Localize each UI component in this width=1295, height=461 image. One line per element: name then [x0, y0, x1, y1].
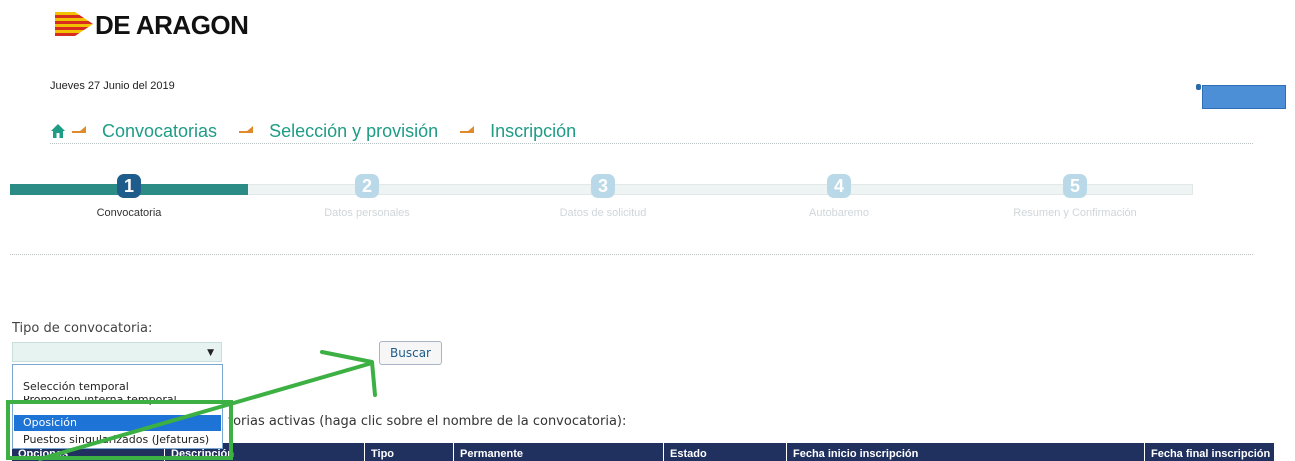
column-header[interactable]: Fecha inicio inscripción [787, 443, 1145, 461]
step-label: Autobaremo [809, 207, 869, 219]
arrow-right-icon [72, 126, 92, 136]
home-icon[interactable] [50, 123, 66, 139]
divider [10, 254, 1253, 255]
tipo-convocatoria-label: Tipo de convocatoria: [12, 321, 153, 336]
step-datos-personales: 2 Datos personales [247, 174, 487, 219]
step-number: 5 [1063, 174, 1087, 198]
aragon-flag-icon [55, 12, 93, 36]
option-seleccion-temporal[interactable]: Selección temporal [14, 379, 221, 395]
arrow-right-icon [239, 126, 259, 136]
convocatorias-activas-label: torias activas (haga clic sobre el nombr… [228, 414, 627, 429]
step-number: 4 [827, 174, 851, 198]
step-autobaremo: 4 Autobaremo [719, 174, 959, 219]
step-label: Datos de solicitud [559, 207, 647, 219]
tipo-convocatoria-dropdown: Selección temporal Promoción interna tem… [12, 364, 223, 449]
step-number: 2 [355, 174, 379, 198]
step-label: Datos personales [324, 207, 410, 219]
step-label: Convocatoria [96, 207, 162, 219]
breadcrumb: Convocatorias Selección y provisión Insc… [50, 118, 576, 144]
step-datos-solicitud: 3 Datos de solicitud [483, 174, 723, 219]
step-label: Resumen y Confirmación [1013, 207, 1137, 219]
user-icon [1196, 84, 1201, 90]
step-number: 3 [591, 174, 615, 198]
arrow-right-icon [460, 126, 480, 136]
option-puestos-singularizados[interactable]: Puestos singularizados (Jefaturas) [14, 432, 221, 448]
caret-down-icon: ▼ [207, 348, 214, 358]
breadcrumb-convocatorias[interactable]: Convocatorias [102, 121, 217, 142]
column-header[interactable]: Estado [664, 443, 787, 461]
tipo-convocatoria-select[interactable]: ▼ [12, 342, 222, 362]
option-promocion-interna-temporal[interactable]: Promoción interna temporal [14, 396, 221, 409]
step-convocatoria: 1 Convocatoria [9, 174, 249, 219]
current-date: Jueves 27 Junio del 2019 [50, 80, 175, 92]
buscar-button[interactable]: Buscar [379, 341, 442, 365]
option-oposicion[interactable]: Oposición [14, 415, 221, 431]
column-header[interactable]: Permanente [454, 443, 664, 461]
column-header[interactable]: Tipo [365, 443, 454, 461]
breadcrumb-seleccion-provision[interactable]: Selección y provisión [269, 121, 438, 142]
divider [50, 143, 1253, 144]
breadcrumb-inscripcion[interactable]: Inscripción [490, 121, 576, 142]
user-menu[interactable] [1202, 85, 1286, 109]
column-header[interactable]: Fecha final inscripción [1145, 443, 1274, 461]
step-number: 1 [117, 174, 141, 198]
step-resumen-confirmacion: 5 Resumen y Confirmación [955, 174, 1195, 219]
logo-text: DE ARAGON [95, 10, 249, 40]
